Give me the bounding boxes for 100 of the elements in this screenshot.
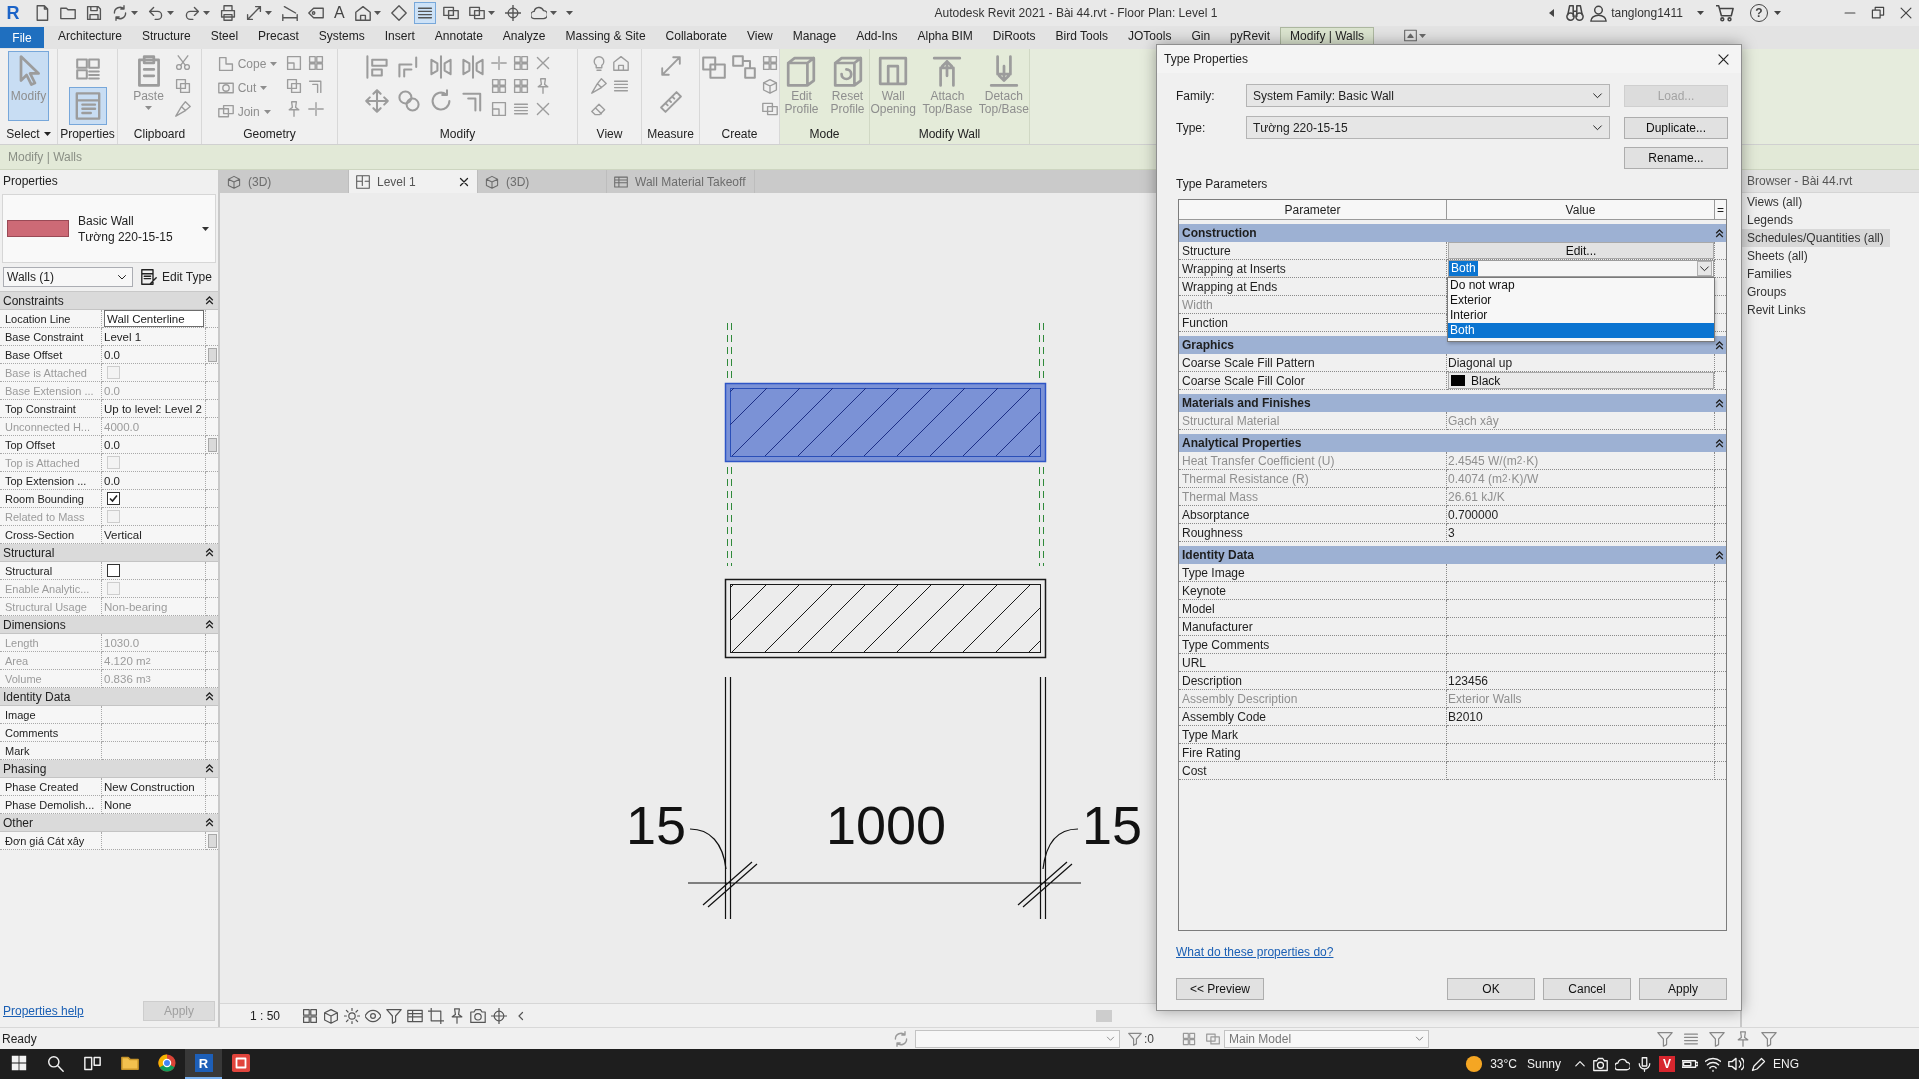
cart-icon[interactable] — [1716, 4, 1734, 22]
ribbon-tab[interactable]: Alpha BIM — [907, 27, 983, 44]
view-scale[interactable]: 1 : 50 — [250, 1008, 281, 1023]
restore-icon[interactable] — [1871, 6, 1885, 20]
dropdown-option[interactable]: Both — [1448, 323, 1714, 338]
crosshair-icon[interactable] — [491, 1007, 508, 1024]
browser-item[interactable]: Families — [1742, 265, 1798, 283]
cube-icon[interactable] — [323, 1007, 340, 1024]
crop-icon[interactable] — [428, 1007, 445, 1024]
user-name[interactable]: tanglong1411 — [1611, 6, 1683, 20]
filter-icon[interactable] — [386, 1007, 403, 1024]
type-selector[interactable]: Basic Wall Tường 220-15-15 — [2, 194, 216, 263]
ribbon-tab[interactable]: Annotate — [424, 27, 493, 44]
checkbox[interactable] — [107, 492, 120, 505]
filter-icon[interactable] — [1709, 1030, 1725, 1047]
language-indicator[interactable]: ENG — [1773, 1057, 1799, 1071]
collapse-icon[interactable] — [1715, 340, 1724, 350]
eye-icon[interactable] — [365, 1007, 382, 1024]
collapse-icon[interactable] — [205, 764, 214, 773]
collapse-icon[interactable] — [205, 548, 214, 557]
dropdown-option[interactable]: Interior — [1448, 308, 1714, 323]
type-dropdown[interactable]: Tường 220-15-15 — [1246, 116, 1610, 139]
preview-button[interactable]: << Preview — [1176, 978, 1264, 1000]
browser-item[interactable]: Revit Links — [1742, 301, 1812, 319]
pen-icon[interactable] — [1751, 1056, 1766, 1072]
scrollbar-thumb[interactable] — [1096, 1009, 1113, 1022]
ribbon-tab[interactable]: JOTools — [1118, 27, 1182, 44]
collapse-icon[interactable] — [1715, 398, 1724, 408]
sun-icon[interactable] — [344, 1007, 361, 1024]
filter-icon[interactable] — [1657, 1030, 1673, 1047]
collapse-icon[interactable] — [205, 296, 214, 305]
edit-type-button[interactable]: Edit Type — [138, 267, 215, 287]
camera-icon[interactable] — [470, 1007, 487, 1024]
ok-button[interactable]: OK — [1447, 978, 1535, 1000]
column-menu-button[interactable]: = — [1715, 200, 1726, 220]
grid-icon[interactable] — [302, 1007, 319, 1024]
browser-item[interactable]: Views (all) — [1742, 193, 1809, 211]
browser-item[interactable]: Schedules/Quantities (all) — [1742, 229, 1890, 247]
ribbon-tab[interactable]: Modify | Walls — [1280, 27, 1375, 44]
filter-icon[interactable] — [1128, 1031, 1142, 1046]
duplicate-button[interactable]: Duplicate... — [1624, 116, 1728, 139]
collapse-icon[interactable] — [1715, 550, 1724, 560]
collapse-icon[interactable] — [205, 818, 214, 827]
app-logo[interactable]: R — [3, 2, 23, 24]
help-link[interactable]: Properties help — [3, 1004, 84, 1018]
ribbon-tab[interactable]: Manage — [782, 27, 847, 44]
ribbon-tab[interactable]: Architecture — [48, 27, 133, 44]
ribbon-tab[interactable]: Systems — [308, 27, 375, 44]
weather-condition[interactable]: Sunny — [1526, 1057, 1561, 1071]
wall[interactable] — [724, 382, 1047, 463]
microphone-icon[interactable] — [1637, 1056, 1652, 1072]
ribbon-tab[interactable]: View — [736, 27, 783, 44]
temperature[interactable]: 33°C — [1490, 1057, 1517, 1071]
cancel-button[interactable]: Cancel — [1543, 978, 1631, 1000]
family-dropdown[interactable]: System Family: Basic Wall — [1246, 84, 1610, 107]
collapse-icon[interactable] — [205, 692, 214, 701]
browser-item[interactable]: Groups — [1742, 283, 1793, 301]
ribbon-tab[interactable]: Structure — [132, 27, 201, 44]
collapse-icon[interactable] — [205, 620, 214, 629]
sun-disc-icon[interactable] — [1465, 1055, 1484, 1073]
text-field[interactable]: Wall Centerline — [104, 310, 204, 327]
wifi-icon[interactable] — [1705, 1056, 1721, 1072]
ribbon-tab[interactable]: Analyze — [492, 27, 556, 44]
document-tab[interactable]: Level 1 — [349, 170, 478, 193]
ribbon-tab[interactable]: Gin — [1181, 27, 1221, 44]
rename-button[interactable]: Rename... — [1624, 147, 1728, 169]
ribbon-tab[interactable]: Bird Tools — [1045, 27, 1119, 44]
caret-icon[interactable] — [1697, 11, 1704, 15]
dropdown-option[interactable]: Exterior — [1448, 293, 1714, 308]
cloud-icon[interactable] — [1615, 1056, 1630, 1072]
ribbon-tab[interactable]: Steel — [200, 27, 249, 44]
user-icon[interactable] — [1590, 4, 1608, 22]
ribbon-tab[interactable]: pyRevit — [1220, 27, 1281, 44]
browser-item[interactable]: Sheets (all) — [1742, 247, 1814, 265]
ribbon-tab[interactable]: Massing & Site — [555, 27, 656, 44]
close-icon[interactable] — [459, 176, 469, 187]
element-filter-dropdown[interactable]: Walls (1) — [3, 267, 133, 287]
taskbar-button[interactable]: R — [185, 1049, 222, 1079]
ribbon-tab[interactable]: Precast — [248, 27, 309, 44]
ribbon-tab[interactable]: Insert — [374, 27, 425, 44]
ribbon-tab[interactable]: File — [0, 27, 44, 48]
speaker-icon[interactable] — [1728, 1056, 1744, 1072]
binoculars-icon[interactable] — [1566, 4, 1585, 22]
close-icon[interactable] — [1899, 6, 1913, 20]
ribbon-tab[interactable]: Add-Ins — [846, 27, 908, 44]
wall[interactable] — [724, 578, 1047, 659]
browser-item[interactable]: Legends — [1742, 211, 1800, 229]
collapse-icon[interactable] — [1715, 228, 1724, 238]
help-link[interactable]: What do these properties do? — [1176, 945, 1334, 959]
input-method-indicator[interactable]: V — [1659, 1056, 1675, 1072]
apply-button[interactable]: Apply — [1639, 978, 1727, 1000]
triangle-left-icon[interactable] — [1549, 9, 1555, 17]
ribbon-tab[interactable]: DiRoots — [982, 27, 1046, 44]
caret-icon[interactable] — [1419, 33, 1427, 38]
edit-button[interactable]: Edit... — [1448, 242, 1714, 259]
toolbar-button[interactable] — [413, 2, 436, 24]
caret-icon[interactable] — [1774, 11, 1781, 15]
workset-dropdown[interactable]: Main Model — [1224, 1029, 1429, 1048]
dropdown-option[interactable]: Do not wrap — [1448, 278, 1714, 293]
toolbar-button[interactable]: A — [331, 2, 348, 24]
